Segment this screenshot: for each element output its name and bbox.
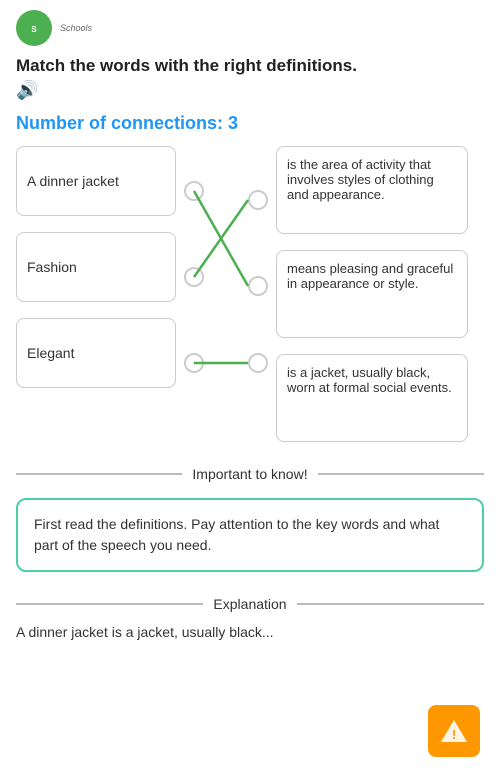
left-item-label-2: Elegant bbox=[27, 345, 74, 361]
explanation-text: A dinner jacket is a jacket, usually bla… bbox=[16, 624, 274, 640]
right-item-label-2: is a jacket, usually black, worn at form… bbox=[287, 365, 452, 395]
important-row: Important to know! bbox=[0, 450, 500, 490]
tip-box: First read the definitions. Pay attentio… bbox=[16, 498, 484, 572]
left-column: A dinner jacket Fashion Elegant bbox=[16, 146, 176, 388]
audio-row[interactable]: 🔊 bbox=[16, 80, 484, 101]
right-item-label-0: is the area of activity that involves st… bbox=[287, 157, 434, 202]
tip-text: First read the definitions. Pay attentio… bbox=[34, 516, 439, 553]
right-item-2[interactable]: is a jacket, usually black, worn at form… bbox=[276, 354, 468, 442]
instructions-section: Match the words with the right definitio… bbox=[0, 50, 500, 105]
instructions-title: Match the words with the right definitio… bbox=[16, 56, 484, 76]
explanation-label: Explanation bbox=[213, 596, 286, 612]
matching-area: A dinner jacket Fashion Elegant is bbox=[0, 138, 500, 450]
svg-text:!: ! bbox=[452, 727, 456, 742]
svg-text:S: S bbox=[31, 25, 37, 34]
explanation-line-right bbox=[297, 603, 484, 605]
explanation-row: Explanation bbox=[0, 580, 500, 616]
left-item-label-1: Fashion bbox=[27, 259, 77, 275]
important-line-right bbox=[318, 473, 484, 475]
explanation-line-left bbox=[16, 603, 203, 605]
connections-label: Number of connections: bbox=[16, 113, 223, 133]
logo: S bbox=[16, 10, 52, 46]
connectors-column bbox=[176, 146, 276, 388]
header: S Schools bbox=[0, 0, 500, 50]
right-item-1[interactable]: means pleasing and graceful in appearanc… bbox=[276, 250, 468, 338]
right-column: is the area of activity that involves st… bbox=[276, 146, 468, 442]
connections-number: 3 bbox=[228, 113, 238, 133]
explanation-content: A dinner jacket is a jacket, usually bla… bbox=[0, 616, 500, 648]
audio-icon[interactable]: 🔊 bbox=[16, 80, 38, 100]
warning-button[interactable]: ! bbox=[428, 705, 480, 757]
important-label: Important to know! bbox=[192, 466, 307, 482]
logo-icon: S bbox=[23, 17, 45, 39]
right-item-label-1: means pleasing and graceful in appearanc… bbox=[287, 261, 453, 291]
left-item-1[interactable]: Fashion bbox=[16, 232, 176, 302]
important-line-left bbox=[16, 473, 182, 475]
left-item-0[interactable]: A dinner jacket bbox=[16, 146, 176, 216]
left-item-label-0: A dinner jacket bbox=[27, 173, 119, 189]
connection-lines bbox=[176, 146, 276, 388]
connections-count: Number of connections: 3 bbox=[0, 105, 500, 138]
logo-text: Schools bbox=[60, 23, 92, 33]
important-text: Important to know! bbox=[192, 466, 307, 482]
warning-icon: ! bbox=[440, 717, 468, 745]
right-item-0[interactable]: is the area of activity that involves st… bbox=[276, 146, 468, 234]
left-item-2[interactable]: Elegant bbox=[16, 318, 176, 388]
